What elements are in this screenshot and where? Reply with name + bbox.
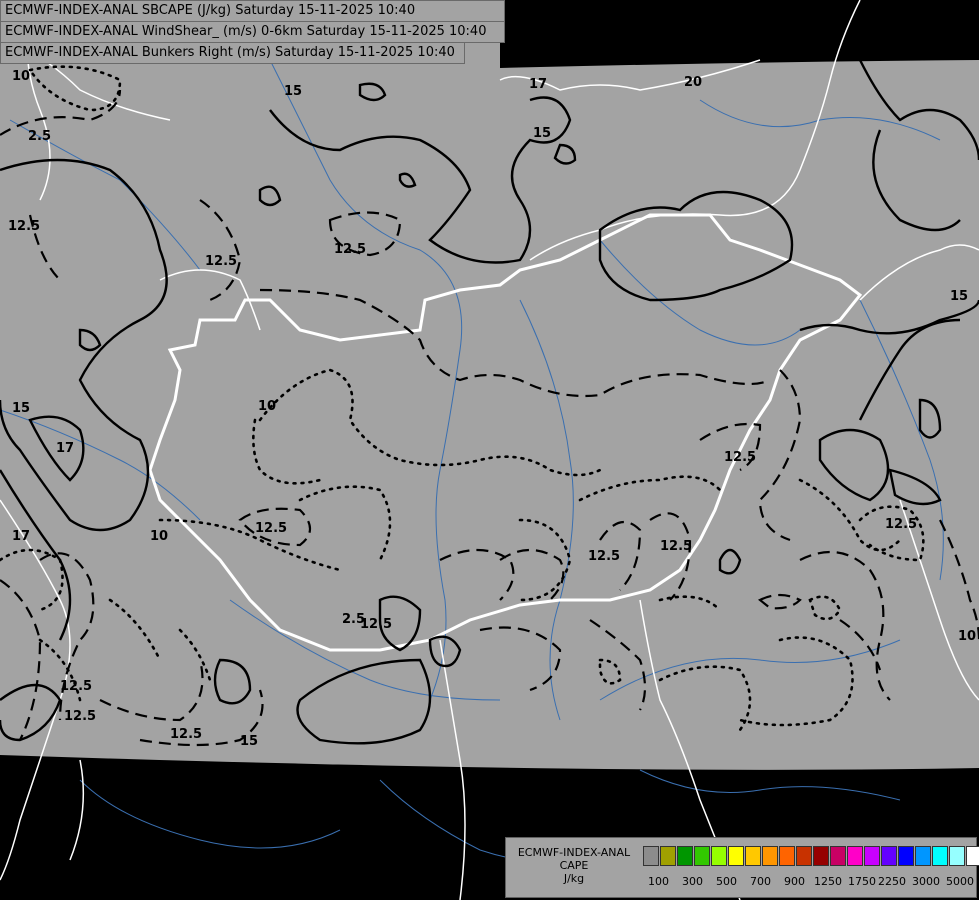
legend-swatch — [694, 846, 710, 866]
contour-label: 17 — [56, 441, 74, 456]
contour-label: 15 — [950, 289, 968, 304]
legend-swatch — [932, 846, 948, 866]
header-sbcape: ECMWF-INDEX-ANAL SBCAPE (J/kg) Saturday … — [0, 0, 505, 22]
domain-edge-top-right — [500, 0, 979, 68]
contour-label: 15 — [240, 734, 258, 749]
contour-label: 15 — [12, 401, 30, 416]
legend-tick: 2250 — [878, 875, 906, 888]
contour-label: 10 — [258, 399, 276, 414]
legend-swatch — [864, 846, 880, 866]
legend-swatch — [966, 846, 979, 866]
contour-label: 12.5 — [60, 679, 92, 694]
legend-swatch — [643, 846, 659, 866]
contour-label: 12.5 — [170, 727, 202, 742]
legend-swatch — [915, 846, 931, 866]
legend-tick: 5000 — [946, 875, 974, 888]
legend-swatch — [949, 846, 965, 866]
legend-swatch — [796, 846, 812, 866]
legend-swatch — [728, 846, 744, 866]
legend-tick: 900 — [784, 875, 805, 888]
contour-label: 12.5 — [660, 539, 692, 554]
legend-swatch — [898, 846, 914, 866]
legend-tick: 100 — [648, 875, 669, 888]
contour-label: 12.5 — [205, 254, 237, 269]
contour-label: 17 — [12, 529, 30, 544]
contour-label: 12.5 — [255, 521, 287, 536]
contour-label: 2.5 — [28, 129, 51, 144]
header-windshear: ECMWF-INDEX-ANAL WindShear_ (m/s) 0-6km … — [0, 21, 505, 43]
contour-label: 12.5 — [8, 219, 40, 234]
legend-swatch — [847, 846, 863, 866]
header-bunkers: ECMWF-INDEX-ANAL Bunkers Right (m/s) Sat… — [0, 42, 465, 64]
legend-tick: 700 — [750, 875, 771, 888]
map-page: { "header": { "line1": "ECMWF-INDEX-ANAL… — [0, 0, 979, 900]
legend-swatch — [660, 846, 676, 866]
contour-label: 15 — [284, 84, 302, 99]
legend-tick: 1750 — [848, 875, 876, 888]
contour-label: 20 — [684, 75, 702, 90]
legend-tick: 3000 — [912, 875, 940, 888]
contour-label: 12.5 — [334, 242, 366, 257]
data-domain-area — [0, 0, 979, 770]
legend-swatch — [779, 846, 795, 866]
contour-label: 12.5 — [588, 549, 620, 564]
contour-label: 15 — [533, 126, 551, 141]
legend-tick: 500 — [716, 875, 737, 888]
contour-label: 12.5 — [64, 709, 96, 724]
legend-swatch — [813, 846, 829, 866]
contour-label: 10 — [150, 529, 168, 544]
contour-label: 17 — [529, 77, 547, 92]
legend-title: ECMWF-INDEX-ANAL CAPE J/kg — [508, 846, 640, 885]
legend-swatch — [677, 846, 693, 866]
legend-tick: 300 — [682, 875, 703, 888]
contour-label: 10 — [958, 629, 976, 644]
contour-label: 10 — [12, 69, 30, 84]
legend-swatch — [762, 846, 778, 866]
legend-ticks: 100 300 500 700 900 1250 1750 2250 3000 … — [638, 875, 978, 889]
cape-legend: ECMWF-INDEX-ANAL CAPE J/kg 100 300 500 7… — [505, 837, 979, 898]
legend-tick: 1250 — [814, 875, 842, 888]
legend-title-line: CAPE — [559, 859, 589, 872]
contour-label: 12.5 — [724, 450, 756, 465]
legend-swatch — [711, 846, 727, 866]
contour-label: 12.5 — [885, 517, 917, 532]
contour-label: 12.5 — [360, 617, 392, 632]
weather-map[interactable]: 17 20 15 10 12.5 2.5 12.5 15 12.5 12.5 1… — [0, 0, 979, 900]
legend-title-line: J/kg — [563, 872, 585, 885]
legend-title-line: ECMWF-INDEX-ANAL — [517, 846, 631, 859]
legend-color-bar — [643, 846, 979, 866]
legend-swatch — [881, 846, 897, 866]
legend-swatch — [830, 846, 846, 866]
legend-swatch — [745, 846, 761, 866]
